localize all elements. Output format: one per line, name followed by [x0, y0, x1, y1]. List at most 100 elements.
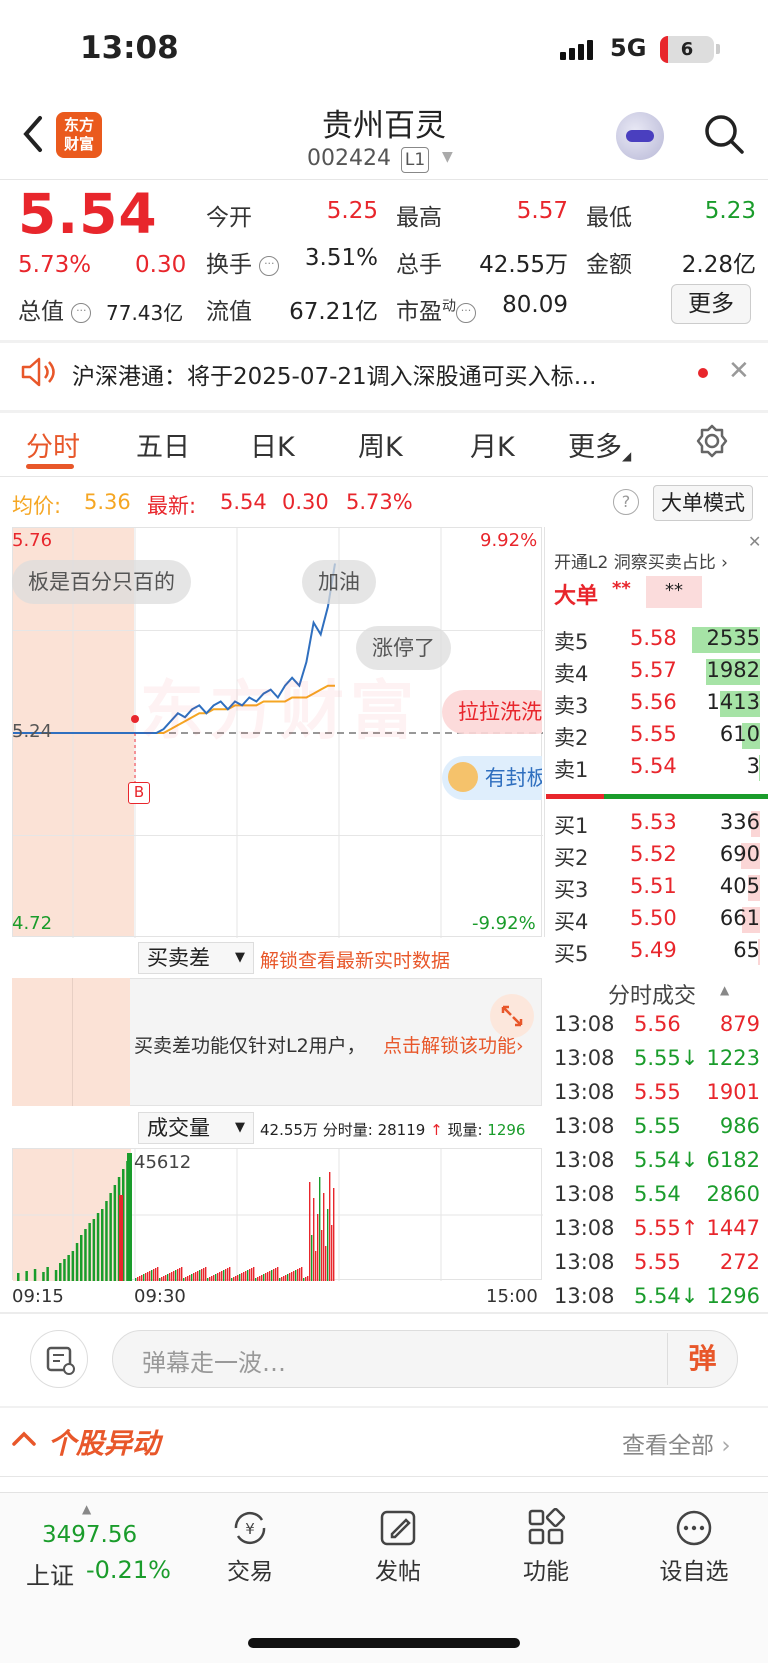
- dropdown-caret-icon: ▼: [235, 1120, 245, 1135]
- index-change[interactable]: -0.21%: [86, 1556, 171, 1584]
- close-icon[interactable]: ✕: [728, 356, 750, 386]
- tab-intraday[interactable]: 分时: [26, 425, 80, 464]
- volume-bar: [143, 1274, 145, 1281]
- volume-bar: [84, 1229, 87, 1281]
- volume-bar: [151, 1270, 153, 1281]
- bid-row-2[interactable]: 买3 5.51 405: [544, 872, 768, 904]
- nav-functions[interactable]: 功能: [486, 1508, 606, 1586]
- volume-bar: [261, 1275, 263, 1281]
- tab-five-day[interactable]: 五日: [136, 425, 190, 464]
- expand-icon[interactable]: [490, 994, 534, 1038]
- ask-row-1[interactable]: 卖4 5.57 1982: [544, 656, 768, 688]
- trade-row: 13:08 5.55 986: [544, 1110, 768, 1144]
- time-label-open: 09:30: [134, 1286, 186, 1307]
- level-qty: 1982: [706, 658, 760, 682]
- volume-bar: [201, 1269, 203, 1281]
- buy-marker[interactable]: B: [128, 782, 150, 804]
- volume-bar: [92, 1219, 96, 1281]
- bid-row-4[interactable]: 买5 5.49 65: [544, 936, 768, 968]
- volume-bar: [269, 1271, 271, 1281]
- index-value[interactable]: 3497.56: [42, 1522, 137, 1548]
- volume-bar: [283, 1276, 285, 1281]
- nav-trade[interactable]: ¥ 交易: [190, 1508, 310, 1586]
- ask-row-4[interactable]: 卖1 5.54 3: [544, 752, 768, 784]
- trade-price: 5.55: [634, 1250, 681, 1274]
- volume-select[interactable]: 成交量 ▼: [138, 1112, 254, 1144]
- level-qty: 65: [733, 938, 760, 962]
- level-badge[interactable]: L1: [401, 147, 429, 173]
- divider: [0, 1406, 768, 1408]
- ask-row-0[interactable]: 卖5 5.58 2535: [544, 624, 768, 656]
- volume-bar: [145, 1273, 147, 1281]
- trade-time: 13:08: [554, 1216, 615, 1240]
- trade-volume: 272: [719, 1250, 760, 1274]
- volume-bar: [253, 1267, 255, 1281]
- info-dots-icon[interactable]: ···: [71, 303, 92, 323]
- ask-row-3[interactable]: 卖2 5.55 610: [544, 720, 768, 752]
- search-icon[interactable]: [703, 113, 745, 155]
- more-button[interactable]: 更多: [671, 284, 751, 324]
- current-volume: 1296: [487, 1121, 526, 1139]
- volume-bar: [137, 1277, 139, 1281]
- gridline: [72, 978, 73, 1106]
- trade-row: 13:08 5.55↓ 1223: [544, 1042, 768, 1076]
- danmu-send-button[interactable]: 弹: [667, 1333, 737, 1385]
- grid-icon: [528, 1508, 566, 1545]
- index-name[interactable]: 上证: [26, 1556, 74, 1591]
- volume-bar: [289, 1273, 291, 1281]
- volume-bar: [251, 1268, 253, 1281]
- level-label: 买3: [554, 878, 589, 902]
- latest-value: 5.54: [220, 490, 267, 514]
- ask-row-2[interactable]: 卖3 5.56 1413: [544, 688, 768, 720]
- info-dots-icon[interactable]: ···: [259, 256, 280, 276]
- volume-bar: [42, 1272, 45, 1281]
- info-dots-icon[interactable]: ···: [456, 303, 476, 323]
- level-price: 5.56: [630, 690, 677, 714]
- big-order-mode-button[interactable]: 大单模式: [653, 485, 753, 521]
- close-icon[interactable]: ✕: [748, 532, 761, 551]
- expand-up-icon[interactable]: ▲: [82, 1502, 91, 1516]
- unlock-link[interactable]: 解锁查看最新实时数据: [260, 946, 450, 973]
- notice-text[interactable]: 沪深港通：将于2025-07-21调入深股通可买入标…: [72, 357, 597, 391]
- change-amount: 0.30: [135, 252, 187, 278]
- nav-watchlist[interactable]: 设自选: [634, 1508, 754, 1586]
- volume-bar: [213, 1275, 215, 1281]
- bid-row-3[interactable]: 买4 5.50 661: [544, 904, 768, 936]
- trade-volume: 1223: [706, 1046, 760, 1070]
- volume-bar: [281, 1277, 283, 1281]
- assistant-robot-icon[interactable]: [616, 112, 664, 160]
- l2-promo[interactable]: 开通L2 洞察买卖占比 ›: [554, 548, 728, 573]
- volume-bar: [329, 1172, 331, 1281]
- pe-sup: 动: [442, 298, 456, 315]
- level-qty: 2535: [706, 626, 760, 650]
- tab-daily-k[interactable]: 日K: [250, 425, 295, 464]
- volume-bar: [80, 1235, 83, 1281]
- tab-weekly-k[interactable]: 周K: [358, 425, 403, 464]
- tab-more[interactable]: 更多◢: [568, 425, 631, 464]
- volume-bar: [259, 1276, 261, 1281]
- view-all-link[interactable]: 查看全部 ›: [622, 1426, 731, 1460]
- pe-value: 80.09: [502, 292, 568, 318]
- volume-bar: [327, 1209, 329, 1281]
- volume-bar: [199, 1270, 201, 1281]
- gear-icon[interactable]: [694, 423, 730, 459]
- trades-title[interactable]: 分时成交: [608, 978, 696, 1010]
- volume-bar: [307, 1276, 309, 1281]
- volume-chart[interactable]: [12, 1148, 543, 1281]
- volume-bar: [227, 1268, 229, 1281]
- dropdown-caret-icon[interactable]: ▼: [442, 149, 453, 165]
- danmu-settings-icon[interactable]: [30, 1330, 88, 1388]
- bid-row-0[interactable]: 买1 5.53 336: [544, 808, 768, 840]
- indicator-select[interactable]: 买卖差 ▼: [138, 942, 254, 974]
- tab-monthly-k[interactable]: 月K: [470, 425, 515, 464]
- sort-up-icon[interactable]: ▲: [720, 983, 729, 997]
- latest-label: 最新:: [147, 494, 197, 518]
- bid-row-1[interactable]: 买2 5.52 690: [544, 840, 768, 872]
- l2-only-text: 买卖差功能仅针对L2用户，: [134, 1035, 366, 1057]
- help-icon[interactable]: ?: [613, 489, 639, 515]
- nav-post[interactable]: 发帖: [338, 1508, 458, 1586]
- trade-volume: 879: [719, 1012, 760, 1036]
- volume-bar: [277, 1267, 279, 1281]
- volume-bar: [293, 1271, 295, 1281]
- chevron-up-icon[interactable]: [10, 1426, 38, 1454]
